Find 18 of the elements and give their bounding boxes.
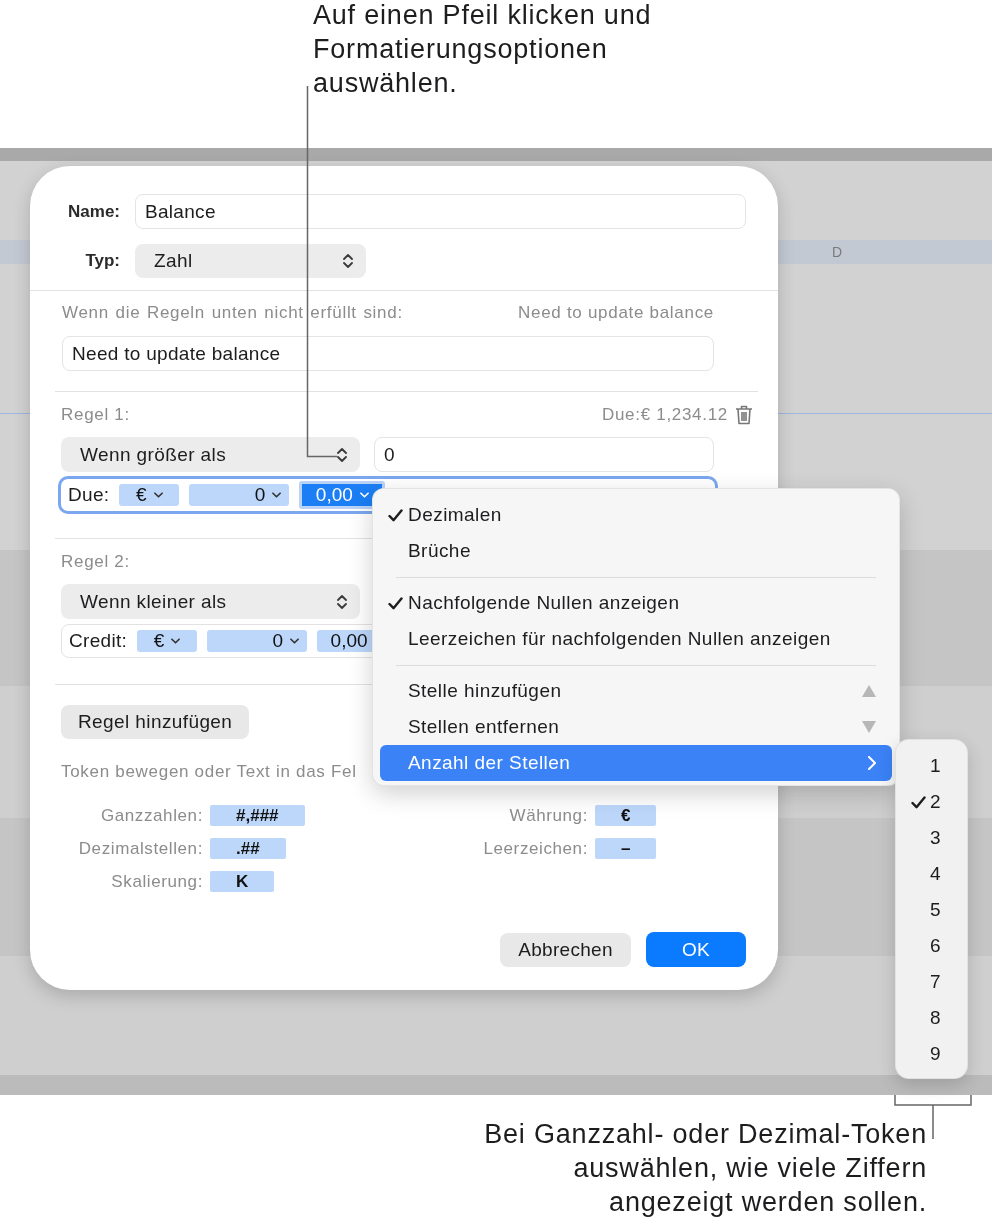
legend-label: Währung: — [509, 805, 588, 826]
legend-label: Skalierung: — [111, 871, 203, 892]
callout-text: Bei Ganzzahl- oder Dezimal-Token auswählen, wie viele Ziffern angezeigt werden sollen. — [484, 1118, 927, 1219]
legend-label: Ganzzahlen: — [100, 805, 203, 826]
rule-preview: Due:€ 1,234.12 — [601, 405, 728, 425]
legend-label: Leerzeichen: — [483, 838, 588, 859]
rule-label: Regel 2: — [61, 552, 130, 572]
legend-label: Dezimalstellen: — [78, 838, 203, 859]
format-prefix: Due: — [68, 484, 110, 506]
fallback-label: Wenn die Regeln unten nicht erfüllt sind: — [62, 303, 403, 323]
format-prefix: Credit: — [69, 630, 128, 652]
rule-label: Regel 1: — [61, 405, 130, 425]
fallback-preview: Need to update balance — [518, 303, 714, 323]
column-header-label: D — [831, 244, 842, 260]
token-hint: Token bewegen oder Text in das Fel — [61, 761, 357, 783]
name-label: Name: — [68, 201, 120, 222]
callout-text: Auf einen Pfeil klicken und Formatierungsoptionen auswählen. — [313, 0, 652, 100]
type-label: Typ: — [85, 251, 120, 271]
